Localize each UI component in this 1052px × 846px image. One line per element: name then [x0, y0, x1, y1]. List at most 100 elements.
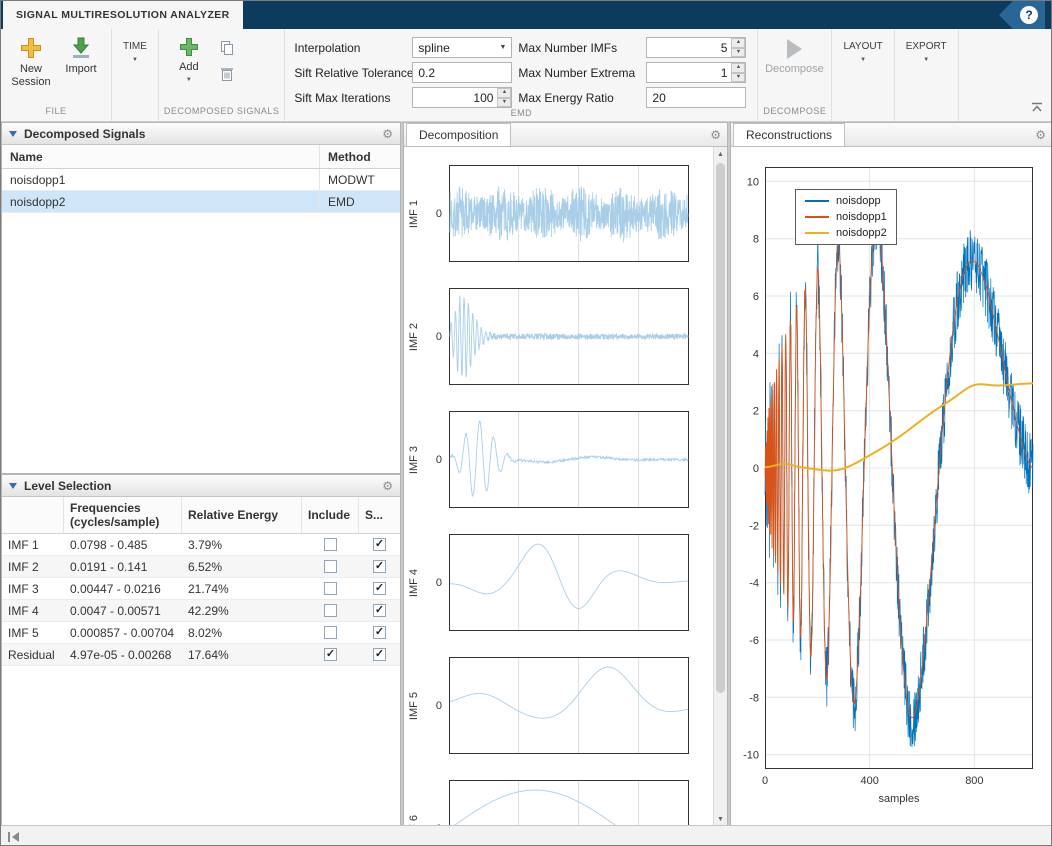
imf-subplot-6[interactable]: IMF 60: [404, 762, 715, 826]
svg-text:samples: samples: [879, 793, 920, 805]
name-column-header: Name: [2, 145, 320, 168]
layout-label: LAYOUT: [843, 41, 882, 52]
decompose-label: Decompose: [765, 63, 824, 76]
decompose-section: Decompose DECOMPOSE: [758, 29, 832, 121]
legend-line-sample: [805, 232, 829, 234]
level-row-imf4[interactable]: IMF 4 0.0047 - 0.00571 42.29%: [2, 600, 400, 622]
new-session-icon: [19, 36, 43, 60]
level-frequencies: 4.97e-05 - 0.00268: [64, 648, 182, 662]
spin-down-icon[interactable]: ▼: [497, 98, 511, 108]
collapse-left-button[interactable]: [7, 830, 21, 846]
help-button[interactable]: ?: [1020, 6, 1038, 24]
show-checkbox[interactable]: [373, 626, 386, 639]
gear-icon[interactable]: ⚙: [382, 128, 393, 140]
max-imfs-stepper[interactable]: ▲▼: [646, 37, 746, 58]
delete-signal-button[interactable]: [218, 65, 236, 83]
layout-dropdown-button[interactable]: LAYOUT ▼: [837, 31, 888, 73]
tab-reconstructions[interactable]: Reconstructions: [733, 123, 845, 146]
imf-axes: [449, 288, 689, 385]
add-button[interactable]: Add ▼: [164, 31, 214, 86]
include-checkbox[interactable]: [324, 604, 337, 617]
level-frequencies: 0.00447 - 0.0216: [64, 582, 182, 596]
max-extrema-stepper[interactable]: ▲▼: [646, 62, 746, 83]
spin-up-icon[interactable]: ▲: [731, 38, 745, 48]
show-checkbox[interactable]: [373, 604, 386, 617]
svg-text:-10: -10: [743, 750, 759, 762]
collapse-triangle-icon: [9, 483, 17, 489]
interpolation-select[interactable]: spline ▼: [412, 37, 512, 58]
include-column-header: Include: [302, 497, 359, 533]
toolstrip-spacer: [959, 29, 1051, 121]
imf-subplot-5[interactable]: IMF 50: [404, 639, 715, 762]
legend-label: noisdopp1: [836, 211, 887, 223]
level-row-imf1[interactable]: IMF 1 0.0798 - 0.485 3.79%: [2, 534, 400, 556]
imf-subplot-1[interactable]: IMF 10: [404, 147, 715, 270]
imf-plot-stack[interactable]: IMF 10IMF 20IMF 30IMF 40IMF 50IMF 60: [404, 147, 715, 826]
level-label: IMF 3: [2, 582, 64, 596]
svg-text:0: 0: [753, 463, 759, 475]
gear-icon[interactable]: ⚙: [710, 128, 721, 142]
tab-signal-multiresolution-analyzer[interactable]: SIGNAL MULTIRESOLUTION ANALYZER: [3, 1, 243, 29]
sift-iterations-stepper[interactable]: ▲▼: [412, 87, 512, 108]
scroll-down-icon[interactable]: ▼: [714, 812, 727, 826]
scroll-up-icon[interactable]: ▲: [714, 147, 727, 161]
duplicate-signal-button[interactable]: [218, 39, 236, 57]
include-checkbox[interactable]: [324, 582, 337, 595]
emd-section-label: EMD: [290, 108, 752, 121]
svg-text:10: 10: [747, 176, 759, 188]
sift-iterations-label: Sift Max Iterations: [294, 91, 406, 105]
include-checkbox[interactable]: [324, 538, 337, 551]
scrollbar-thumb[interactable]: [716, 163, 725, 693]
decomposed-signals-header[interactable]: Decomposed Signals ⚙: [2, 123, 400, 145]
level-frequencies: 0.0047 - 0.00571: [64, 604, 182, 618]
include-checkbox[interactable]: [324, 626, 337, 639]
show-checkbox[interactable]: [373, 582, 386, 595]
reconstructions-plot[interactable]: -10-8-6-4-202468100400800samplesnoisdopp…: [731, 147, 1052, 826]
level-label: IMF 5: [2, 626, 64, 640]
tab-decomposition[interactable]: Decomposition: [406, 123, 511, 146]
spin-down-icon[interactable]: ▼: [731, 73, 745, 83]
imf-subplot-2[interactable]: IMF 20: [404, 270, 715, 393]
new-session-button[interactable]: New Session: [6, 31, 56, 90]
spin-up-icon[interactable]: ▲: [497, 88, 511, 98]
plot-legend[interactable]: noisdoppnoisdopp1noisdopp2: [795, 189, 897, 245]
collapse-triangle-icon: [9, 131, 17, 137]
gear-icon[interactable]: ⚙: [1035, 128, 1046, 142]
max-energy-input[interactable]: [646, 87, 746, 108]
imf-ylabel: IMF 6: [406, 780, 422, 826]
decomposed-signals-title: Decomposed Signals: [24, 127, 145, 141]
include-checkbox[interactable]: [324, 648, 337, 661]
status-bar: [1, 825, 1051, 845]
import-button[interactable]: Import: [56, 31, 106, 78]
decomposed-signals-panel: Decomposed Signals ⚙ Name Method noisdop…: [1, 122, 401, 474]
chevron-down-icon: ▼: [923, 57, 929, 63]
signal-row-noisdopp1[interactable]: noisdopp1 MODWT: [2, 169, 400, 191]
vertical-scrollbar[interactable]: ▲ ▼: [713, 147, 727, 826]
gear-icon[interactable]: ⚙: [382, 480, 393, 492]
decomposition-panel: Decomposition ⚙ IMF 10IMF 20IMF 30IMF 40…: [403, 122, 728, 827]
sift-tolerance-input[interactable]: [412, 62, 512, 83]
show-checkbox[interactable]: [373, 648, 386, 661]
imf-subplot-3[interactable]: IMF 30: [404, 393, 715, 516]
imf-subplot-4[interactable]: IMF 40: [404, 516, 715, 639]
signal-row-noisdopp2[interactable]: noisdopp2 EMD: [2, 191, 400, 213]
show-checkbox[interactable]: [373, 560, 386, 573]
level-row-imf2[interactable]: IMF 2 0.0191 - 0.141 6.52%: [2, 556, 400, 578]
level-row-residual[interactable]: Residual 4.97e-05 - 0.00268 17.64%: [2, 644, 400, 666]
chevron-down-icon: ▼: [493, 44, 506, 51]
level-row-imf3[interactable]: IMF 3 0.00447 - 0.0216 21.74%: [2, 578, 400, 600]
show-checkbox[interactable]: [373, 538, 386, 551]
svg-text:400: 400: [861, 775, 879, 787]
level-selection-header[interactable]: Level Selection ⚙: [2, 475, 400, 497]
spin-down-icon[interactable]: ▼: [731, 48, 745, 58]
decompose-button[interactable]: Decompose: [763, 31, 825, 78]
level-row-imf5[interactable]: IMF 5 0.000857 - 0.00704 8.02%: [2, 622, 400, 644]
export-dropdown-button[interactable]: EXPORT ▼: [900, 31, 953, 73]
spin-up-icon[interactable]: ▲: [731, 63, 745, 73]
collapse-toolstrip-button[interactable]: [1031, 99, 1043, 117]
imf-zero-tick: 0: [426, 288, 442, 385]
level-frequencies: 0.000857 - 0.00704: [64, 626, 182, 640]
level-label: IMF 4: [2, 604, 64, 618]
include-checkbox[interactable]: [324, 560, 337, 573]
time-dropdown-button[interactable]: TIME ▼: [117, 31, 153, 73]
